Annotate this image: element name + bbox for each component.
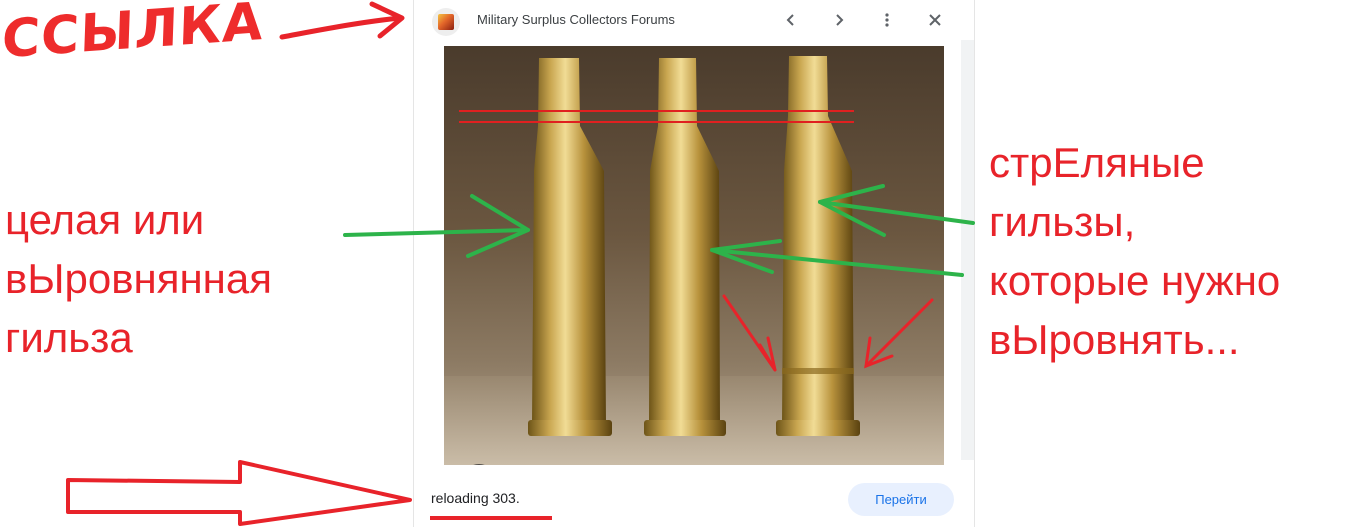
annotation-strokes xyxy=(66,1,975,526)
green-arrow-left-head xyxy=(466,194,530,258)
caption-outline-arrow xyxy=(66,460,412,526)
green-arrow-left xyxy=(343,228,530,237)
red-arrow-2 xyxy=(864,298,934,368)
